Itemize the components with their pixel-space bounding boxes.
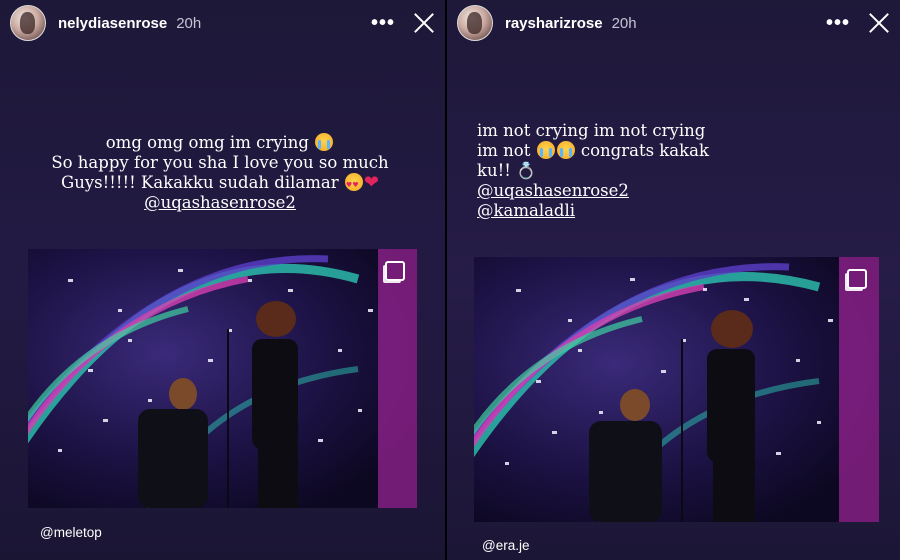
- heart-eyes-icon: [344, 173, 363, 195]
- source-attribution[interactable]: @meletop: [40, 525, 102, 540]
- ring-icon: 💍: [516, 161, 537, 180]
- multiple-posts-icon: [385, 261, 405, 281]
- caption-line: im not: [477, 141, 531, 160]
- story-panel-right: rayshariz­rose 20h ••• im not crying im …: [447, 0, 900, 560]
- more-options-icon[interactable]: •••: [826, 13, 850, 33]
- more-options-icon[interactable]: •••: [371, 13, 395, 33]
- avatar[interactable]: [457, 5, 493, 41]
- proposal-photo: [28, 249, 417, 508]
- caption-line: ku!!: [477, 161, 511, 180]
- story-caption: omg omg omg im crying So happy for you s…: [40, 133, 400, 213]
- shared-post-image[interactable]: [474, 257, 879, 522]
- caption-line: congrats kakak: [580, 141, 709, 160]
- crying-face-icon: [556, 141, 575, 159]
- caption-line: So happy for you sha I love you so much: [51, 153, 389, 172]
- crying-face-icon: [315, 133, 334, 151]
- post-time: 20h: [611, 14, 637, 32]
- story-caption: im not crying im not crying im not congr…: [477, 121, 777, 221]
- story-header: nelydiasenrose 20h •••: [10, 5, 435, 41]
- multiple-posts-icon: [847, 269, 867, 289]
- close-icon[interactable]: [413, 12, 435, 34]
- stories-comparison: nelydiasenrose 20h ••• omg omg omg im cr…: [0, 0, 900, 560]
- caption-line: Guys!!!!! Kakakku sudah dilamar: [61, 173, 339, 192]
- caption-line: omg omg omg im crying: [105, 133, 309, 152]
- close-icon[interactable]: [868, 12, 890, 34]
- username[interactable]: nelydiasenrose: [58, 15, 167, 32]
- proposal-photo: [474, 257, 879, 522]
- crying-face-icon: [536, 141, 555, 159]
- heart-icon: ❤: [363, 172, 379, 193]
- post-time: 20h: [176, 14, 202, 32]
- caption-line: im not crying im not crying: [477, 121, 706, 140]
- story-header: rayshariz­rose 20h •••: [457, 5, 890, 41]
- username[interactable]: rayshariz­rose: [505, 15, 603, 32]
- source-attribution[interactable]: @era.je: [482, 538, 529, 553]
- story-panel-left: nelydiasenrose 20h ••• omg omg omg im cr…: [0, 0, 445, 560]
- mention-link[interactable]: @kamaladli: [477, 201, 777, 221]
- avatar[interactable]: [10, 5, 46, 41]
- mention-link[interactable]: @uqashasenrose2: [477, 181, 777, 201]
- shared-post-image[interactable]: [28, 249, 417, 508]
- mention-link[interactable]: @uqashasenrose2: [40, 193, 400, 213]
